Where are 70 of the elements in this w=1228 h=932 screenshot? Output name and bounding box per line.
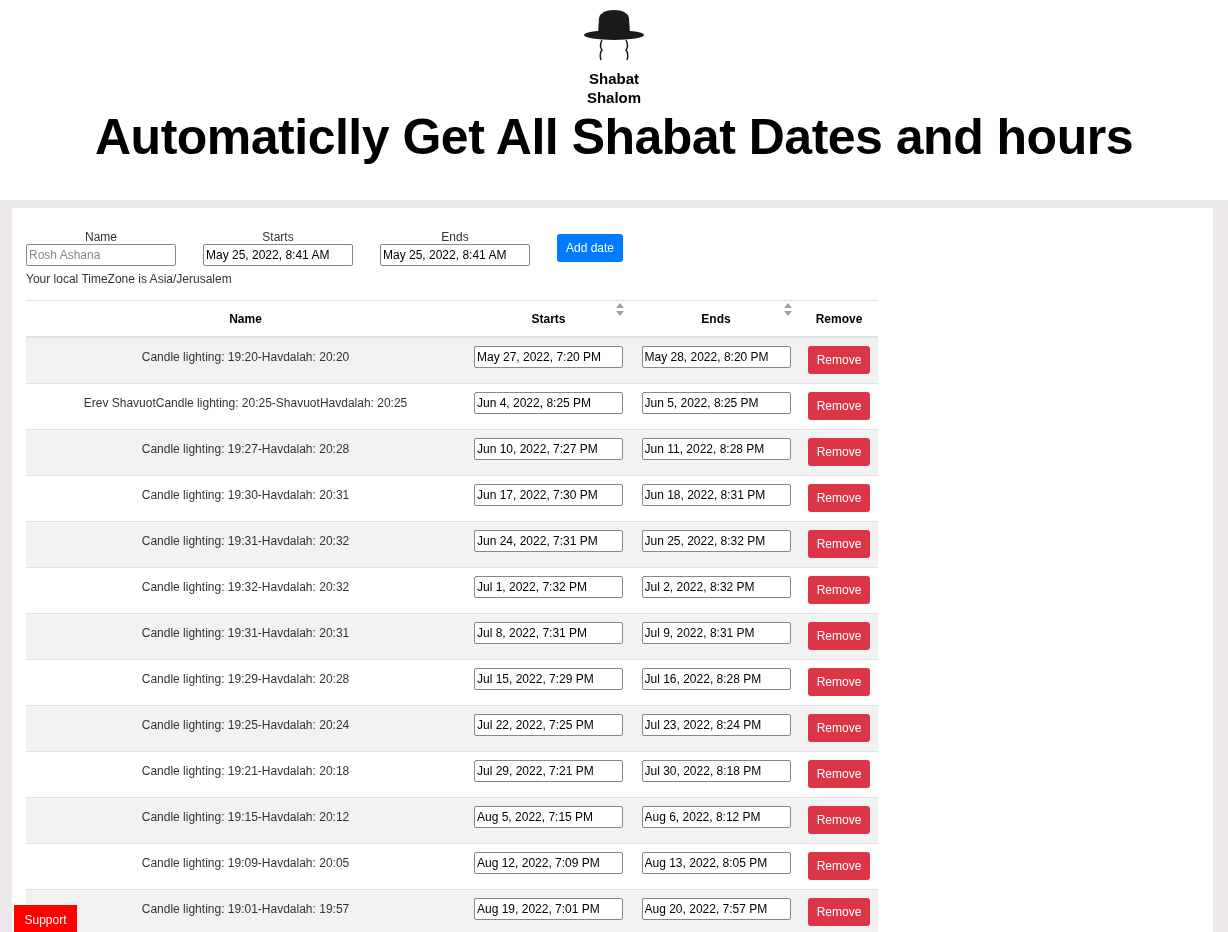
date-field[interactable]: Jun 18, 2022, 8:31 PM: [641, 484, 791, 506]
table-cell-text: Candle lighting: 19:27-Havdalah: 20:28: [141, 441, 350, 458]
remove-button[interactable]: Remove: [808, 668, 870, 696]
date-field[interactable]: Jul 8, 2022, 7:31 PM: [474, 622, 623, 644]
remove-button[interactable]: Remove: [808, 576, 870, 604]
support-button[interactable]: Support: [14, 905, 77, 932]
date-field[interactable]: Aug 19, 2022, 7:01 PM: [474, 898, 623, 920]
table-cell-text: Candle lighting: 19:30-Havdalah: 20:31: [141, 487, 350, 504]
field-label: Ends: [441, 230, 469, 244]
table-cell-text: Candle lighting: 19:25-Havdalah: 20:24: [141, 717, 350, 734]
column-header[interactable]: Starts: [465, 301, 632, 336]
column-header[interactable]: Ends: [632, 301, 800, 336]
remove-button[interactable]: Remove: [808, 622, 870, 650]
date-field[interactable]: Jul 29, 2022, 7:21 PM: [474, 760, 623, 782]
table-cell-text: Candle lighting: 19:01-Havdalah: 19:57: [141, 901, 350, 918]
remove-button[interactable]: Remove: [808, 806, 870, 834]
input-field[interactable]: May 25, 2022, 8:41 AM: [380, 244, 530, 266]
date-field[interactable]: Jul 1, 2022, 7:32 PM: [474, 576, 623, 598]
table-cell-text: Candle lighting: 19:31-Havdalah: 20:31: [141, 625, 350, 642]
remove-button[interactable]: Remove: [808, 530, 870, 558]
column-header: Name: [228, 310, 263, 328]
logo-text: Shabat: [589, 69, 639, 88]
page-title: Automaticlly Get All Shabat Dates and hours: [95, 108, 1133, 167]
field-label: Starts: [262, 230, 294, 244]
table-cell-text: Candle lighting: 19:20-Havdalah: 20:20: [141, 349, 350, 366]
date-field[interactable]: Aug 12, 2022, 7:09 PM: [474, 852, 623, 874]
remove-button[interactable]: Remove: [808, 346, 870, 374]
add-date-button[interactable]: Add date: [557, 234, 624, 262]
date-field[interactable]: Jul 23, 2022, 8:24 PM: [641, 714, 791, 736]
date-field[interactable]: Jul 30, 2022, 8:18 PM: [641, 760, 791, 782]
date-field[interactable]: May 28, 2022, 8:20 PM: [641, 346, 791, 368]
date-field[interactable]: Jun 24, 2022, 7:31 PM: [474, 530, 623, 552]
table-cell-text: Candle lighting: 19:32-Havdalah: 20:32: [141, 579, 350, 596]
remove-button[interactable]: Remove: [808, 760, 870, 788]
date-field[interactable]: Aug 6, 2022, 8:12 PM: [641, 806, 791, 828]
remove-button[interactable]: Remove: [808, 852, 870, 880]
remove-button[interactable]: Remove: [808, 392, 870, 420]
date-field[interactable]: Aug 5, 2022, 7:15 PM: [474, 806, 623, 828]
date-field[interactable]: Jul 16, 2022, 8:28 PM: [641, 668, 791, 690]
date-field[interactable]: Aug 13, 2022, 8:05 PM: [641, 852, 791, 874]
input-field[interactable]: May 25, 2022, 8:41 AM: [203, 244, 353, 266]
sort-icon[interactable]: [784, 303, 792, 316]
remove-button[interactable]: Remove: [808, 898, 870, 926]
field-label: Name: [85, 230, 117, 244]
date-field[interactable]: Jun 4, 2022, 8:25 PM: [474, 392, 623, 414]
table-cell-text: Erev ShavuotCandle lighting: 20:25-ShavuotHavdalah: 20:25: [83, 395, 408, 412]
date-field[interactable]: Jul 9, 2022, 8:31 PM: [641, 622, 791, 644]
table-cell-text: Candle lighting: 19:29-Havdalah: 20:28: [141, 671, 350, 688]
date-field[interactable]: May 27, 2022, 7:20 PM: [474, 346, 623, 368]
date-field[interactable]: Jul 2, 2022, 8:32 PM: [641, 576, 791, 598]
date-field[interactable]: Jun 25, 2022, 8:32 PM: [641, 530, 791, 552]
sort-icon[interactable]: [616, 303, 624, 316]
timezone-note: Your local TimeZone is Asia/Jerusalem: [26, 272, 233, 286]
logo-text: Shalom: [586, 88, 642, 107]
table-cell-text: Candle lighting: 19:21-Havdalah: 20:18: [141, 763, 350, 780]
column-header: Remove: [814, 310, 864, 328]
date-field[interactable]: Jul 15, 2022, 7:29 PM: [474, 668, 623, 690]
remove-button[interactable]: Remove: [808, 484, 870, 512]
date-field[interactable]: Jun 17, 2022, 7:30 PM: [474, 484, 623, 506]
table-cell-text: Candle lighting: 19:09-Havdalah: 20:05: [141, 855, 350, 872]
date-field[interactable]: Jun 11, 2022, 8:28 PM: [641, 438, 791, 460]
date-field[interactable]: Jun 5, 2022, 8:25 PM: [641, 392, 791, 414]
date-field[interactable]: Jun 10, 2022, 7:27 PM: [474, 438, 623, 460]
remove-button[interactable]: Remove: [808, 714, 870, 742]
table-cell-text: Candle lighting: 19:31-Havdalah: 20:32: [141, 533, 350, 550]
table-cell-text: Candle lighting: 19:15-Havdalah: 20:12: [141, 809, 350, 826]
remove-button[interactable]: Remove: [808, 438, 870, 466]
date-field[interactable]: Aug 20, 2022, 7:57 PM: [641, 898, 791, 920]
date-field[interactable]: Jul 22, 2022, 7:25 PM: [474, 714, 623, 736]
input-field[interactable]: Rosh Ashana: [26, 244, 176, 266]
